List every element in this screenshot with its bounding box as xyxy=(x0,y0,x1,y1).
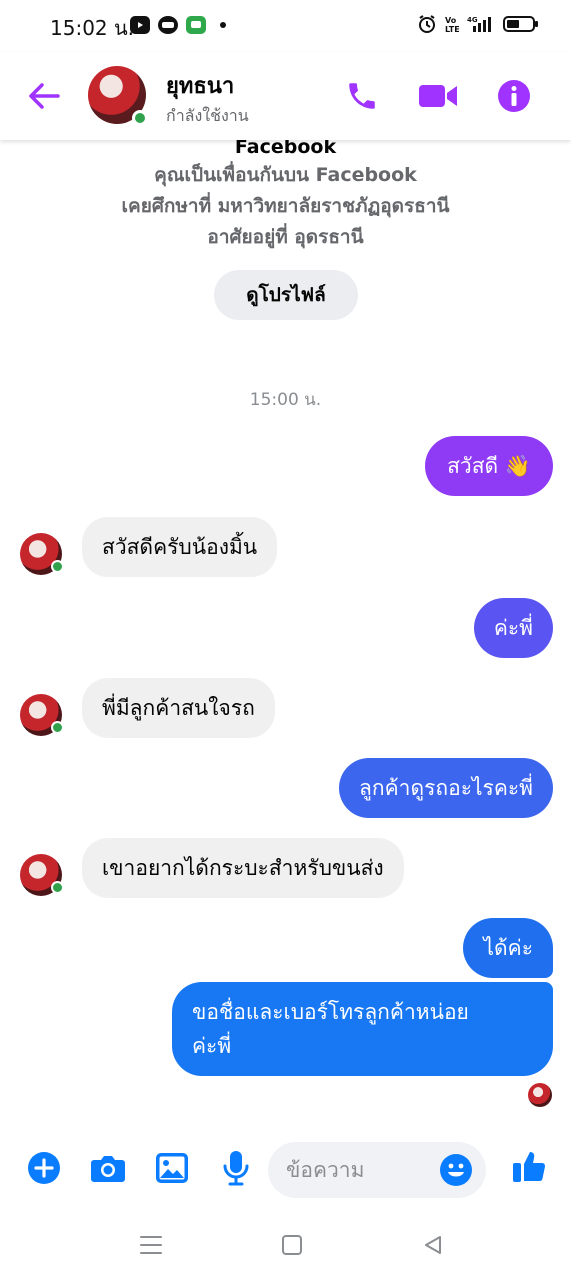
message-outgoing[interactable]: ได้ค่ะ xyxy=(463,918,553,978)
info-icon xyxy=(498,80,530,112)
message-text-line: ค่ะพี่ xyxy=(192,1034,232,1058)
message-text-line: ขอชื่อและเบอร์โทรลูกค้าหน่อย xyxy=(192,1000,469,1024)
video-call-button[interactable] xyxy=(418,76,458,116)
svg-text:Vo: Vo xyxy=(445,16,457,25)
profile-lives-line: อาศัยอยู่ที่ อุดรธานี xyxy=(207,226,364,248)
view-profile-button[interactable]: ดูโปรไฟล์ xyxy=(214,270,358,320)
system-nav-bar xyxy=(0,1212,571,1280)
battery-icon xyxy=(503,16,538,32)
phone-icon xyxy=(349,83,375,109)
contact-status: กำลังใช้งาน xyxy=(166,106,249,125)
online-indicator xyxy=(51,881,64,894)
contact-avatar[interactable] xyxy=(88,66,148,126)
message-text: สวัสดี 👋 xyxy=(447,454,531,478)
message-outgoing[interactable]: ค่ะพี่ xyxy=(473,598,553,658)
svg-text:4G: 4G xyxy=(467,16,478,24)
message-text: สวัสดีครับน้องมิ้น xyxy=(102,535,258,559)
camera-icon xyxy=(91,1156,125,1182)
recent-apps-icon xyxy=(140,1236,162,1254)
online-indicator xyxy=(132,110,148,126)
message-text: ได้ค่ะ xyxy=(483,936,533,960)
message-outgoing[interactable]: ลูกค้าดูรถอะไรคะพี่ xyxy=(339,758,553,818)
message-incoming[interactable]: สวัสดีครับน้องมิ้น xyxy=(82,517,278,577)
home-button[interactable] xyxy=(277,1230,307,1260)
back-arrow-icon xyxy=(29,83,60,109)
message-outgoing[interactable]: สวัสดี 👋 xyxy=(425,436,553,496)
more-actions-button[interactable] xyxy=(26,1150,62,1186)
message-timestamp: 15:00 น. xyxy=(249,390,322,410)
message-text: พี่มีลูกค้าสนใจรถ xyxy=(102,696,255,720)
message-incoming[interactable]: เขาอยากได้กระบะสำหรับขนส่ง xyxy=(82,838,404,898)
emoji-icon xyxy=(440,1154,472,1186)
contact-name[interactable]: ยุทธนา xyxy=(166,68,234,103)
online-indicator xyxy=(51,560,64,573)
online-indicator xyxy=(51,721,64,734)
message-incoming[interactable]: พี่มีลูกค้าสนใจรถ xyxy=(82,678,275,738)
gallery-icon xyxy=(156,1153,188,1183)
line-icon xyxy=(158,16,178,34)
profile-info: Facebook คุณเป็นเพื่อนกันบน Facebook เคย… xyxy=(0,134,571,253)
thumbs-up-icon xyxy=(513,1152,546,1182)
nav-back-button[interactable] xyxy=(418,1230,448,1260)
youtube-icon xyxy=(130,16,150,34)
message-input-field[interactable] xyxy=(268,1142,486,1198)
notification-dot xyxy=(220,22,226,28)
home-icon xyxy=(282,1235,302,1255)
profile-studied-line: เคยศึกษาที่ มหาวิทยาลัยราชภัฏอุดรธานี xyxy=(121,195,450,217)
sender-avatar[interactable] xyxy=(20,533,64,575)
send-like-button[interactable] xyxy=(512,1148,548,1184)
profile-friends-line: คุณเป็นเพื่อนกันบน Facebook xyxy=(154,164,417,186)
message-text: ค่ะพี่ xyxy=(493,616,533,640)
messages-icon xyxy=(186,16,206,34)
message-composer xyxy=(0,1134,571,1204)
info-button[interactable] xyxy=(494,76,534,116)
svg-text:LTE: LTE xyxy=(445,25,459,34)
back-icon xyxy=(425,1236,441,1254)
signal-4g-icon: 4G xyxy=(467,16,491,32)
microphone-icon xyxy=(223,1151,249,1186)
status-notification-icons xyxy=(130,16,226,34)
seen-indicator-avatar xyxy=(528,1083,552,1107)
back-button[interactable] xyxy=(24,78,64,114)
volte-icon: VoLTE xyxy=(445,16,459,34)
voice-message-button[interactable] xyxy=(218,1150,254,1186)
sender-avatar[interactable] xyxy=(20,694,64,736)
message-outgoing[interactable]: ขอชื่อและเบอร์โทรลูกค้าหน่อย ค่ะพี่ xyxy=(172,982,553,1076)
recent-apps-button[interactable] xyxy=(136,1230,166,1260)
plus-circle-icon xyxy=(28,1152,60,1184)
status-time: 15:02 น. xyxy=(50,16,135,40)
chat-header: ยุทธนา กำลังใช้งาน xyxy=(0,52,571,140)
message-text: เขาอยากได้กระบะสำหรับขนส่ง xyxy=(102,856,384,880)
message-text: ลูกค้าดูรถอะไรคะพี่ xyxy=(359,776,533,800)
voice-call-button[interactable] xyxy=(342,76,382,116)
gallery-button[interactable] xyxy=(154,1150,190,1186)
status-system-icons: Vo LTE 4G xyxy=(417,14,539,34)
camera-button[interactable] xyxy=(90,1150,126,1186)
status-bar: 15:02 น. Vo LTE 4G xyxy=(0,0,571,52)
video-camera-icon xyxy=(419,85,457,107)
message-input[interactable] xyxy=(286,1142,446,1198)
emoji-button[interactable] xyxy=(438,1152,474,1188)
alarm-icon xyxy=(419,15,435,33)
sender-avatar[interactable] xyxy=(20,854,64,896)
